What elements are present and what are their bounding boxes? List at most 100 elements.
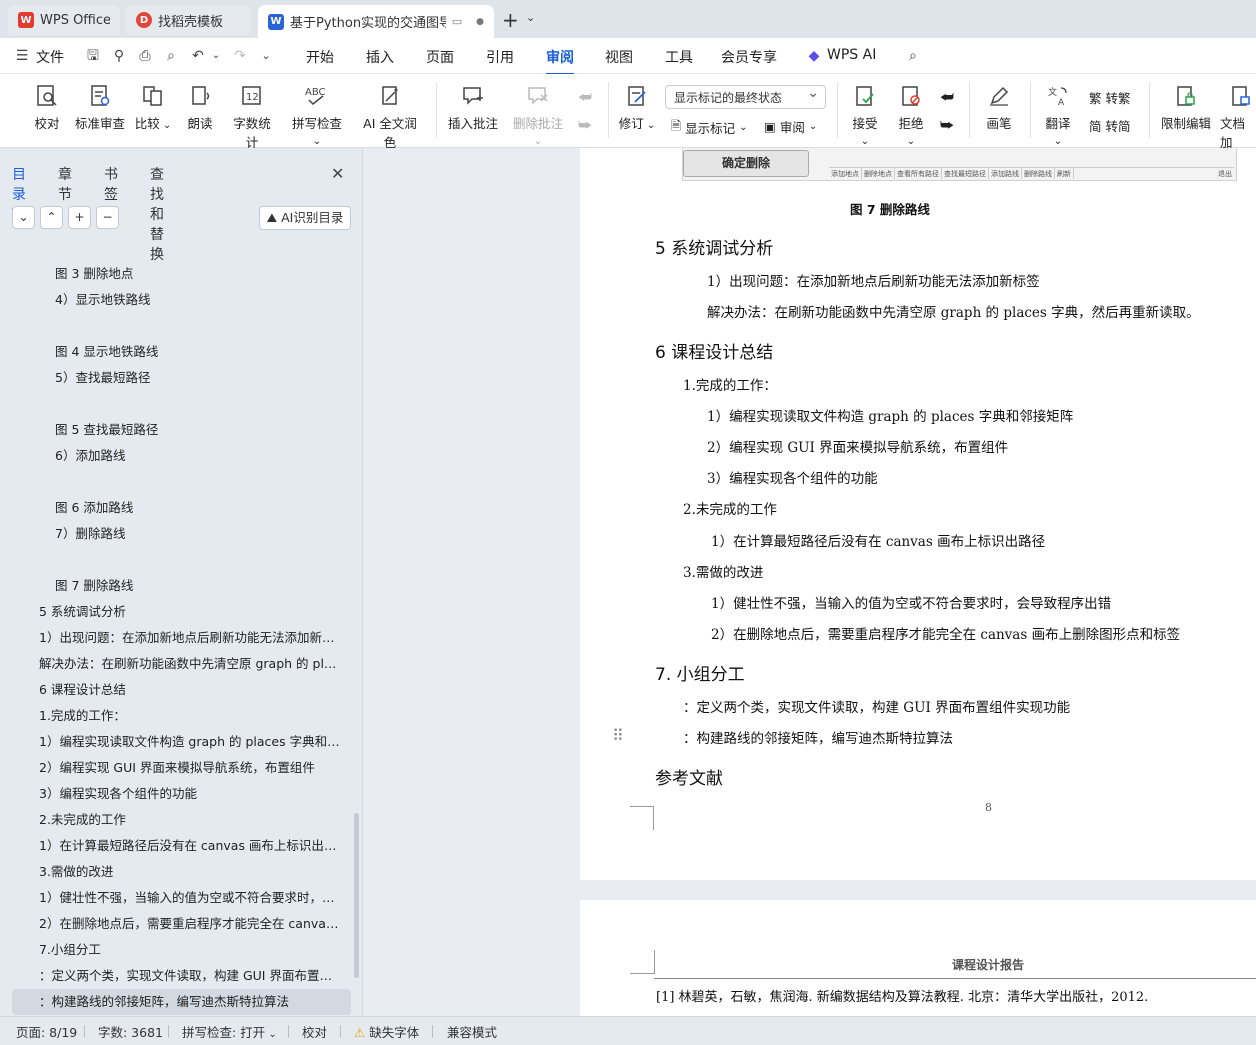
toc-item[interactable]: 7）删除路线: [0, 521, 352, 547]
next-change-icon[interactable]: ⮩: [940, 116, 954, 134]
menu-review[interactable]: 审阅: [546, 47, 574, 75]
undo-icon[interactable]: ↶: [190, 48, 206, 64]
pen-button[interactable]: 画笔: [984, 82, 1014, 132]
toc-item[interactable]: 解决办法：在刷新功能函数中先清空原 graph 的 places 字典，然后再重…: [0, 651, 352, 677]
tab-find-replace[interactable]: 查找和替换: [150, 164, 164, 264]
restrict-edit-button[interactable]: 限制编辑: [1160, 82, 1212, 132]
more-dropdown-icon[interactable]: ⌄: [258, 48, 274, 64]
proofread-button[interactable]: 校对: [30, 82, 64, 132]
close-icon[interactable]: ✕: [331, 164, 344, 183]
toc-item[interactable]: 图 7 删除路线: [0, 573, 352, 599]
ai-toc-button[interactable]: ⛰ AI识别目录: [259, 206, 351, 230]
search-icon[interactable]: ⌕: [905, 48, 921, 64]
toc-item[interactable]: 图 4 显示地铁路线: [0, 339, 352, 365]
traditional-icon: 繁: [1089, 91, 1102, 106]
new-tab-icon[interactable]: +: [502, 8, 519, 32]
menu-view[interactable]: 视图: [605, 47, 633, 67]
word-count-button[interactable]: 12 字数统计: [228, 82, 276, 151]
toc-item[interactable]: 1）出现问题：在添加新地点后刷新功能无法添加新标签: [0, 625, 352, 651]
toc-item[interactable]: [0, 469, 352, 495]
compare-button[interactable]: 比较 ⌄: [134, 82, 172, 132]
page-indicator[interactable]: 页面: 8/19: [16, 1022, 77, 1041]
toc-item[interactable]: 图 5 查找最短路径: [0, 417, 352, 443]
accept-button[interactable]: 接受 ⌄: [847, 82, 883, 147]
toc-item[interactable]: 7.小组分工: [0, 937, 352, 963]
toc-item[interactable]: 3）编程实现各个组件的功能: [0, 781, 352, 807]
menu-member[interactable]: 会员专享: [721, 47, 777, 67]
toc-item[interactable]: 6）添加路线: [0, 443, 352, 469]
tab-wps-office[interactable]: W WPS Office: [8, 5, 120, 35]
remove-heading-button[interactable]: −: [96, 206, 119, 229]
spell-check-button[interactable]: ABC 拼写检查 ⌄: [288, 82, 346, 147]
doc-protect-button[interactable]: 文档加: [1220, 82, 1256, 151]
toc-item[interactable]: 2）在删除地点后，需要重启程序才能完全在 canvas 画布上删除图形点和标签: [0, 911, 352, 937]
delete-comment-button[interactable]: 删除批注 ⌄: [508, 82, 568, 147]
toc-item[interactable]: 2）编程实现 GUI 界面来模拟导航系统，布置组件: [0, 755, 352, 781]
menu-wps-ai[interactable]: WPS AI: [827, 47, 876, 63]
panel-scrollbar[interactable]: [354, 813, 359, 978]
toc-item[interactable]: ：构建路线的邻接矩阵，编写迪杰斯特拉算法: [12, 989, 351, 1015]
next-comment-icon[interactable]: ⮩: [578, 116, 592, 134]
toc-item[interactable]: 2.未完成的工作: [0, 807, 352, 833]
tab-docer[interactable]: D 找稻壳模板: [126, 5, 250, 35]
toc-item[interactable]: ：定义两个类，实现文件读取，构建 GUI 界面布置组件实现功能: [0, 963, 352, 989]
menu-reference[interactable]: 引用: [486, 47, 514, 67]
menu-page[interactable]: 页面: [426, 47, 454, 67]
tab-document[interactable]: W 基于Python实现的交通图导航 ▭ ●: [258, 5, 494, 38]
spell-check-indicator[interactable]: 拼写检查: 打开 ⌄: [182, 1022, 277, 1041]
previous-comment-icon[interactable]: ⮨: [578, 88, 592, 106]
translate-button[interactable]: 文A 翻译 ⌄: [1040, 82, 1076, 147]
print-preview-icon[interactable]: ⌕: [163, 48, 179, 64]
menu-file[interactable]: 文件: [36, 47, 64, 67]
screen-icon[interactable]: ▭: [452, 15, 462, 28]
share-icon[interactable]: ⚲: [111, 48, 127, 64]
toc-item[interactable]: 3.需做的改进: [0, 859, 352, 885]
missing-font-indicator[interactable]: ⚠ 缺失字体: [354, 1022, 419, 1041]
save-icon[interactable]: 🖫: [85, 48, 101, 64]
toc-item[interactable]: 图 6 添加路线: [0, 495, 352, 521]
toc-item[interactable]: [0, 313, 352, 339]
add-heading-button[interactable]: +: [68, 206, 91, 229]
to-traditional-button[interactable]: 繁转繁: [1089, 88, 1131, 107]
toc-item[interactable]: 1）编程实现读取文件构造 graph 的 places 字典和邻接矩阵: [0, 729, 352, 755]
toc-item[interactable]: [0, 547, 352, 573]
collapse-up-button[interactable]: ⌃: [40, 206, 63, 229]
toc-item[interactable]: 1）健壮性不强，当输入的值为空或不符合要求时，会导致程序出错: [0, 885, 352, 911]
toc-item[interactable]: 1）在计算最短路径后没有在 canvas 画布上标识出路径: [0, 833, 352, 859]
markup-state-select[interactable]: 显示标记的最终状态: [665, 85, 826, 109]
review-pane-button[interactable]: ▣ 审阅 ⌄: [764, 117, 817, 136]
print-icon[interactable]: ⎙: [137, 48, 153, 64]
previous-change-icon[interactable]: ⮨: [940, 88, 954, 106]
standard-review-button[interactable]: 标准审查: [74, 82, 126, 132]
close-dot-icon[interactable]: ●: [476, 17, 484, 27]
figure-strip-label: 查找最短路径: [942, 168, 989, 179]
menu-insert[interactable]: 插入: [366, 47, 394, 67]
toc-item[interactable]: 6 课程设计总结: [0, 677, 352, 703]
reject-button[interactable]: 拒绝 ⌄: [893, 82, 929, 147]
drag-handle-icon[interactable]: ⠿: [612, 726, 624, 745]
tab-sections[interactable]: 章节: [58, 164, 72, 204]
toc-item[interactable]: 4）显示地铁路线: [0, 287, 352, 313]
tab-toc[interactable]: 目录: [12, 164, 26, 210]
word-count-indicator[interactable]: 字数: 3681: [98, 1022, 163, 1041]
hamburger-icon[interactable]: ☰: [14, 48, 30, 64]
proof-indicator[interactable]: 校对: [302, 1022, 327, 1041]
menu-tools[interactable]: 工具: [665, 47, 693, 67]
to-simplified-button[interactable]: 简转简: [1089, 116, 1131, 135]
insert-comment-button[interactable]: 插入批注: [448, 82, 498, 132]
toc-item[interactable]: 图 3 删除地点: [0, 261, 352, 287]
toc-item[interactable]: 5 系统调试分析: [0, 599, 352, 625]
toc-item[interactable]: 1.完成的工作：: [0, 703, 352, 729]
toc-item[interactable]: 5）查找最短路径: [0, 365, 352, 391]
tab-bookmarks[interactable]: 书签: [104, 164, 118, 204]
redo-icon[interactable]: ↷: [232, 48, 248, 64]
toc-item[interactable]: [0, 391, 352, 417]
menu-start[interactable]: 开始: [306, 47, 334, 67]
collapse-down-button[interactable]: ⌄: [12, 206, 35, 229]
read-aloud-button[interactable]: 朗读: [186, 82, 214, 132]
track-changes-button[interactable]: 修订 ⌄: [618, 82, 656, 132]
ai-polish-button[interactable]: AI 全文润色: [358, 82, 422, 151]
show-markup-button[interactable]: 🗎 显示标记 ⌄: [671, 117, 747, 138]
chevron-down-icon[interactable]: ⌄: [526, 11, 535, 24]
undo-dropdown-icon[interactable]: ⌄: [208, 48, 224, 64]
